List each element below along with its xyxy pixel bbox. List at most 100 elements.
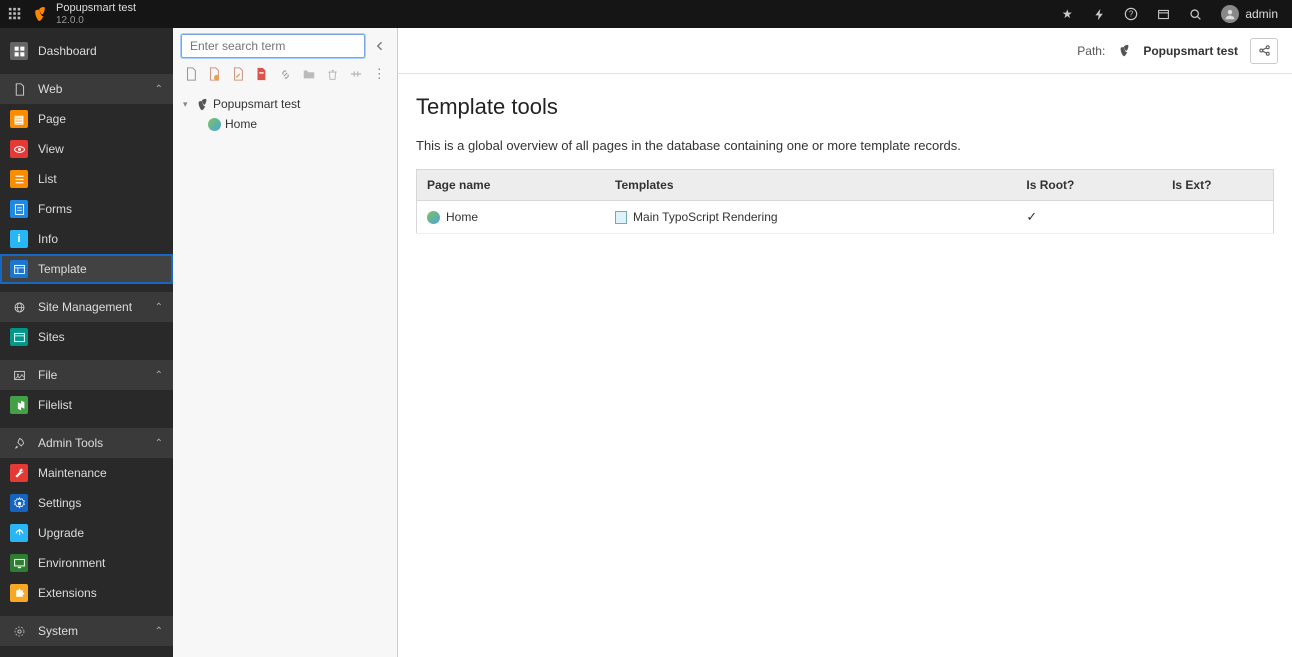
gear-icon — [10, 494, 28, 512]
gear-icon — [10, 622, 28, 640]
cell-is-ext — [1162, 201, 1273, 234]
sidebar-group-file[interactable]: File ⌃ — [0, 360, 173, 390]
new-page-icon[interactable] — [183, 66, 199, 82]
sidebar-group-label: Admin Tools — [38, 436, 103, 450]
chevron-up-icon: ⌃ — [155, 84, 163, 95]
tree-root-node[interactable]: ▾ Popupsmart test — [177, 94, 393, 114]
sidebar-item-extensions[interactable]: Extensions — [0, 578, 173, 608]
sidebar-group-admin[interactable]: Admin Tools ⌃ — [0, 428, 173, 458]
module-sidebar: Dashboard Web ⌃ ▤ Page View List Forms i… — [0, 28, 173, 657]
sidebar-item-sites[interactable]: Sites — [0, 322, 173, 352]
application-info-icon[interactable] — [1149, 0, 1177, 28]
page-tree-panel: ⋮ ▾ Popupsmart test Home — [173, 28, 398, 657]
monitor-icon — [10, 554, 28, 572]
view-icon — [10, 140, 28, 158]
cache-icon[interactable] — [1085, 0, 1113, 28]
sidebar-item-list[interactable]: List — [0, 164, 173, 194]
filelist-icon — [10, 396, 28, 414]
forms-icon — [10, 200, 28, 218]
page-icon: ▤ — [10, 110, 28, 128]
puzzle-icon — [10, 584, 28, 602]
col-page-name: Page name — [417, 170, 606, 201]
typo3-logo-icon — [195, 97, 209, 111]
divider-icon[interactable] — [348, 66, 364, 82]
col-templates: Templates — [605, 170, 1016, 201]
path-label: Path: — [1077, 44, 1105, 58]
sidebar-group-web[interactable]: Web ⌃ — [0, 74, 173, 104]
template-doc-icon — [615, 211, 627, 224]
sidebar-item-settings[interactable]: Settings — [0, 488, 173, 518]
site-version: 12.0.0 — [56, 15, 136, 26]
page-description: This is a global overview of all pages i… — [416, 138, 1274, 153]
sidebar-group-label: System — [38, 624, 78, 638]
tree-node-label: Popupsmart test — [213, 97, 300, 111]
rocket-icon — [10, 434, 28, 452]
sidebar-item-label: Extensions — [38, 586, 97, 600]
svg-text:?: ? — [1129, 10, 1134, 19]
cell-template: Main TypoScript Rendering — [633, 210, 778, 224]
help-icon[interactable]: ? — [1117, 0, 1145, 28]
sidebar-item-filelist[interactable]: Filelist — [0, 390, 173, 420]
typo3-logo-icon — [1117, 44, 1131, 58]
sidebar-item-info[interactable]: i Info — [0, 224, 173, 254]
content-area: Path: Popupsmart test Template tools Thi… — [398, 28, 1292, 657]
chevron-up-icon: ⌃ — [155, 626, 163, 637]
sidebar-item-label: Page — [38, 112, 66, 126]
sidebar-item-environment[interactable]: Environment — [0, 548, 173, 578]
bookmark-icon[interactable]: ★ — [1053, 0, 1081, 28]
sidebar-item-label: Dashboard — [38, 44, 97, 58]
delete-page-icon[interactable] — [254, 66, 270, 82]
chevron-down-icon[interactable]: ▾ — [183, 99, 195, 110]
sidebar-group-label: Web — [38, 82, 62, 96]
pagetree-toolbar: ⋮ — [173, 62, 397, 86]
new-page-after-icon[interactable] — [230, 66, 246, 82]
search-icon[interactable] — [1181, 0, 1209, 28]
info-icon: i — [10, 230, 28, 248]
new-page-inside-icon[interactable] — [207, 66, 223, 82]
tree-node-home[interactable]: Home — [177, 114, 393, 134]
file-icon — [10, 80, 28, 98]
sidebar-item-label: Environment — [38, 556, 105, 570]
avatar-icon — [1221, 5, 1239, 23]
sidebar-item-forms[interactable]: Forms — [0, 194, 173, 224]
sidebar-group-label: Site Management — [38, 300, 132, 314]
template-icon — [10, 260, 28, 278]
pagetree-search-input[interactable] — [181, 34, 365, 58]
share-button[interactable] — [1250, 38, 1278, 64]
more-icon[interactable]: ⋮ — [372, 66, 388, 82]
sidebar-item-page[interactable]: ▤ Page — [0, 104, 173, 134]
folder-icon[interactable] — [301, 66, 317, 82]
templates-table: Page name Templates Is Root? Is Ext? Hom… — [416, 169, 1274, 234]
globe-icon — [207, 117, 221, 131]
topbar: Popupsmart test 12.0.0 ★ ? admin — [0, 0, 1292, 28]
typo3-logo-icon — [30, 4, 50, 24]
app-switcher-icon[interactable] — [6, 5, 24, 23]
sidebar-group-site[interactable]: Site Management ⌃ — [0, 292, 173, 322]
user-menu[interactable]: admin — [1213, 5, 1286, 23]
trash-icon[interactable] — [324, 66, 340, 82]
chevron-up-icon: ⌃ — [155, 302, 163, 313]
sidebar-group-label: File — [38, 368, 57, 382]
globe-icon — [10, 298, 28, 316]
check-icon: ✓ — [1026, 209, 1037, 224]
sidebar-item-label: Settings — [38, 496, 81, 510]
link-icon[interactable] — [277, 66, 293, 82]
sidebar-item-maintenance[interactable]: Maintenance — [0, 458, 173, 488]
sidebar-group-system[interactable]: System ⌃ — [0, 616, 173, 646]
image-icon — [10, 366, 28, 384]
sidebar-item-template[interactable]: Template — [0, 254, 173, 284]
wrench-icon — [10, 464, 28, 482]
cell-is-root: ✓ — [1016, 201, 1162, 234]
tree-node-label: Home — [225, 117, 257, 131]
sidebar-item-upgrade[interactable]: Upgrade — [0, 518, 173, 548]
sidebar-item-label: Template — [38, 262, 87, 276]
table-row[interactable]: HomeMain TypoScript Rendering✓ — [417, 201, 1274, 234]
sidebar-item-label: Upgrade — [38, 526, 84, 540]
sidebar-item-label: Info — [38, 232, 58, 246]
content-header: Path: Popupsmart test — [398, 28, 1292, 74]
collapse-tree-icon[interactable] — [371, 37, 389, 55]
chevron-up-icon: ⌃ — [155, 370, 163, 381]
sidebar-item-view[interactable]: View — [0, 134, 173, 164]
sidebar-item-label: View — [38, 142, 64, 156]
sidebar-item-dashboard[interactable]: Dashboard — [0, 36, 173, 66]
